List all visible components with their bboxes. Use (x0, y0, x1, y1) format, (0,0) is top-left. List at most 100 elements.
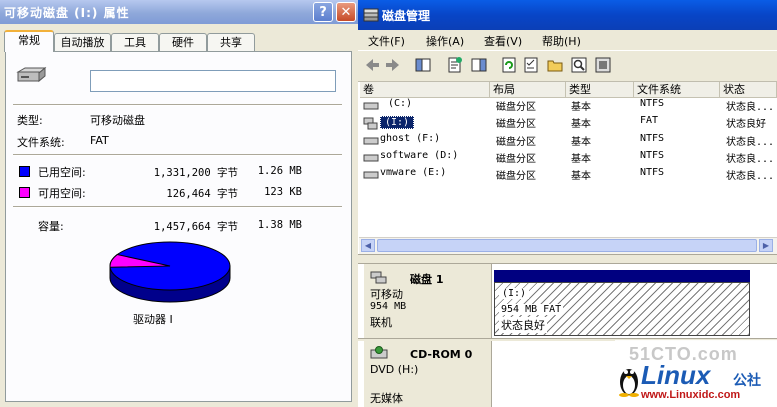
volume-row-selected[interactable]: (I:) 磁盘分区 基本 FAT 状态良好 (360, 115, 777, 132)
type-label: 类型: (17, 114, 43, 127)
help-icon[interactable] (470, 56, 488, 74)
properties-icon[interactable] (446, 56, 464, 74)
partition-I[interactable]: (I:) 954 MB FAT 状态良好 (494, 282, 750, 336)
tab-hardware[interactable]: 硬件 (159, 33, 207, 51)
close-button[interactable]: ✕ (336, 2, 356, 22)
disk-volume-icon (363, 154, 379, 162)
watermark: 51CTO.com Linux 公社 www.Linuxidc.com (615, 340, 777, 407)
volume-type: 基本 (571, 102, 591, 113)
volume-row[interactable]: software (D:) 磁盘分区 基本 NTFS 状态良... (360, 150, 777, 167)
cdrom-media: 无媒体 (370, 392, 403, 405)
filesystem-label: 文件系统: (17, 136, 65, 149)
volume-row[interactable]: ghost (F:) 磁盘分区 基本 NTFS 状态良... (360, 133, 777, 150)
volume-name: software (D:) (380, 150, 459, 161)
tux-penguin-logo (619, 369, 639, 397)
scroll-left-arrow-icon[interactable]: ◀ (361, 239, 375, 252)
volume-layout: 磁盘分区 (496, 137, 536, 148)
column-header-layout[interactable]: 布局 (490, 82, 566, 98)
volume-name: vmware (E:) (380, 167, 447, 178)
disk-volume-icon (363, 137, 379, 145)
partition-info: 954 MB FAT (499, 304, 564, 315)
volume-row[interactable]: vmware (E:) 磁盘分区 基本 NTFS 状态良... (360, 167, 777, 184)
scroll-thumb[interactable] (377, 239, 757, 252)
volume-filesystem: NTFS (640, 167, 665, 178)
menu-view[interactable]: 查看(V) (484, 33, 522, 49)
back-icon[interactable] (363, 56, 381, 74)
volume-name: (I:) (380, 116, 415, 129)
tab-autoplay[interactable]: 自动播放 (54, 33, 111, 51)
disk-management-icon (363, 8, 379, 22)
free-space-swatch (19, 187, 30, 198)
column-header-type[interactable]: 类型 (566, 82, 634, 98)
pane-splitter[interactable] (358, 254, 777, 264)
volume-layout: 磁盘分区 (496, 171, 536, 182)
tab-sharing[interactable]: 共享 (207, 33, 255, 51)
free-space-bytes: 126,464 字节 (166, 188, 238, 200)
disk-volume-icon (363, 171, 379, 179)
volume-status: 状态良好 (726, 119, 766, 130)
volume-name: ghost (F:) (380, 133, 441, 144)
cdrom-header[interactable]: CD-ROM 0 DVD (H:) 无媒体 (364, 341, 492, 407)
cdrom-name: CD-ROM 0 (410, 348, 473, 361)
tab-general[interactable]: 常规 (4, 30, 54, 52)
help-button[interactable]: ? (313, 2, 333, 22)
disk1-size: 954 MB (370, 301, 407, 312)
column-header-status[interactable]: 状态 (720, 82, 777, 98)
disk-volume-icon (363, 102, 379, 110)
tab-tools[interactable]: 工具 (111, 33, 159, 51)
disk-usage-pie-chart (109, 241, 231, 303)
checklist-icon[interactable] (522, 56, 540, 74)
show-hide-tree-icon[interactable] (414, 56, 432, 74)
volume-type: 基本 (571, 171, 591, 182)
settings-icon[interactable] (594, 56, 612, 74)
column-header-volume[interactable]: 卷 (360, 82, 490, 98)
disk1-state: 联机 (370, 316, 392, 329)
type-value: 可移动磁盘 (90, 114, 145, 127)
used-space-label: 已用空间: (38, 166, 86, 179)
capacity-bytes: 1,457,664 字节 (153, 221, 238, 233)
dm-title: 磁盘管理 (382, 9, 431, 23)
volume-filesystem: NTFS (640, 133, 665, 144)
filesystem-value: FAT (90, 134, 109, 147)
cdrom-partition-area (492, 341, 598, 407)
volume-name: (C:) (388, 98, 413, 109)
watermark-url: www.Linuxidc.com (641, 389, 741, 401)
refresh-icon[interactable] (500, 56, 518, 74)
volume-row[interactable]: (C:) 磁盘分区 基本 NTFS 状态良... (360, 98, 777, 115)
volume-status: 状态良... (726, 171, 775, 182)
cdrom-icon (370, 346, 388, 359)
open-folder-icon[interactable] (546, 56, 564, 74)
volume-name-input[interactable] (90, 70, 336, 92)
forward-icon[interactable] (384, 56, 402, 74)
menu-action[interactable]: 操作(A) (426, 33, 464, 49)
scroll-right-arrow-icon[interactable]: ▶ (759, 239, 773, 252)
disk1-kind: 可移动 (370, 288, 403, 301)
horizontal-scrollbar[interactable]: ◀ ▶ (359, 237, 777, 254)
used-space-bytes: 1,331,200 字节 (153, 167, 238, 179)
divider (13, 104, 342, 106)
volume-filesystem: NTFS (640, 98, 665, 109)
search-icon[interactable] (570, 56, 588, 74)
capacity-label: 容量: (38, 220, 64, 233)
volume-type: 基本 (571, 137, 591, 148)
cdrom-kind: DVD (H:) (370, 363, 419, 376)
menu-help[interactable]: 帮助(H) (542, 33, 581, 49)
disk1-header[interactable]: 磁盘 1 可移动 954 MB 联机 (364, 264, 492, 338)
partition-label: (I:) (499, 288, 530, 299)
dialog-title: 可移动磁盘 (I:) 属性 (4, 6, 130, 20)
free-space-label: 可用空间: (38, 187, 86, 200)
removable-volume-icon (363, 117, 378, 130)
used-space-size: 1.26 MB (257, 165, 302, 177)
volume-layout: 磁盘分区 (496, 102, 536, 113)
volume-status: 状态良... (726, 102, 775, 113)
divider (13, 154, 342, 156)
disk1-name: 磁盘 1 (410, 273, 444, 286)
volume-layout: 磁盘分区 (496, 119, 536, 130)
properties-dialog: 可移动磁盘 (I:) 属性 ? ✕ 常规 自动播放 工具 硬件 共享 类型: 可… (0, 0, 358, 407)
column-header-filesystem[interactable]: 文件系统 (634, 82, 720, 98)
watermark-brand: Linux (641, 360, 711, 390)
menu-file[interactable]: 文件(F) (368, 33, 405, 49)
volume-filesystem: NTFS (640, 150, 665, 161)
watermark-brand-suffix: 公社 (733, 373, 761, 389)
divider (13, 206, 342, 208)
